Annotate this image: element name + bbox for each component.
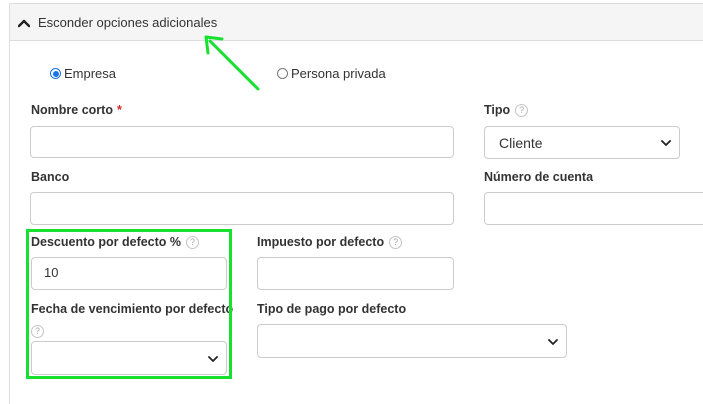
numero-cuenta-label: Número de cuenta <box>484 170 593 184</box>
tipo-pago-text: Tipo de pago por defecto <box>257 302 407 316</box>
impuesto-text: Impuesto por defecto <box>257 235 385 249</box>
nombre-corto-text: Nombre corto <box>31 103 113 117</box>
tipo-label: Tipo ? <box>484 103 529 117</box>
radio-button[interactable] <box>50 68 61 79</box>
required-mark: * <box>116 103 122 117</box>
banco-text: Banco <box>31 170 70 184</box>
tipo-selected-value: Cliente <box>499 135 543 151</box>
descuento-input[interactable]: 10 <box>31 257 227 290</box>
banco-input[interactable] <box>30 192 454 225</box>
descuento-text: Descuento por defecto % <box>31 235 182 249</box>
nombre-corto-input[interactable] <box>30 126 454 158</box>
toggle-additional-options[interactable]: Esconder opciones adicionales <box>18 15 217 30</box>
banco-label: Banco <box>31 170 69 184</box>
radio-label: Empresa <box>64 66 117 81</box>
chevron-down-icon <box>661 140 671 146</box>
chevron-down-icon <box>208 356 218 362</box>
numero-cuenta-input[interactable] <box>484 192 703 225</box>
impuesto-label: Impuesto por defecto ? <box>257 235 403 249</box>
fecha-vencimiento-select[interactable] <box>31 341 227 375</box>
radio-persona-privada[interactable]: Persona privada <box>277 66 386 81</box>
radio-label: Persona privada <box>291 66 386 81</box>
help-icon[interactable]: ? <box>31 325 44 338</box>
help-icon[interactable]: ? <box>389 235 403 249</box>
radio-empresa[interactable]: Empresa <box>50 66 116 81</box>
chevron-up-icon <box>18 19 30 27</box>
toggle-label: Esconder opciones adicionales <box>38 15 218 30</box>
tipo-text: Tipo <box>484 103 511 117</box>
nombre-corto-label: Nombre corto * <box>31 103 122 117</box>
fecha-vencimiento-text: Fecha de vencimiento por defecto <box>31 302 234 316</box>
descuento-label: Descuento por defecto % ? <box>31 235 200 249</box>
help-icon[interactable]: ? <box>186 235 200 249</box>
impuesto-input[interactable] <box>257 257 454 290</box>
fecha-vencimiento-label: Fecha de vencimiento por defecto <box>31 302 233 316</box>
tipo-pago-label: Tipo de pago por defecto <box>257 302 406 316</box>
numero-cuenta-text: Número de cuenta <box>484 170 594 184</box>
panel-header: Esconder opciones adicionales <box>10 4 703 41</box>
radio-button[interactable] <box>277 68 288 79</box>
chevron-down-icon <box>548 339 558 345</box>
help-icon[interactable]: ? <box>515 103 529 117</box>
tipo-pago-select[interactable] <box>257 324 567 358</box>
tipo-select[interactable]: Cliente <box>484 126 680 159</box>
